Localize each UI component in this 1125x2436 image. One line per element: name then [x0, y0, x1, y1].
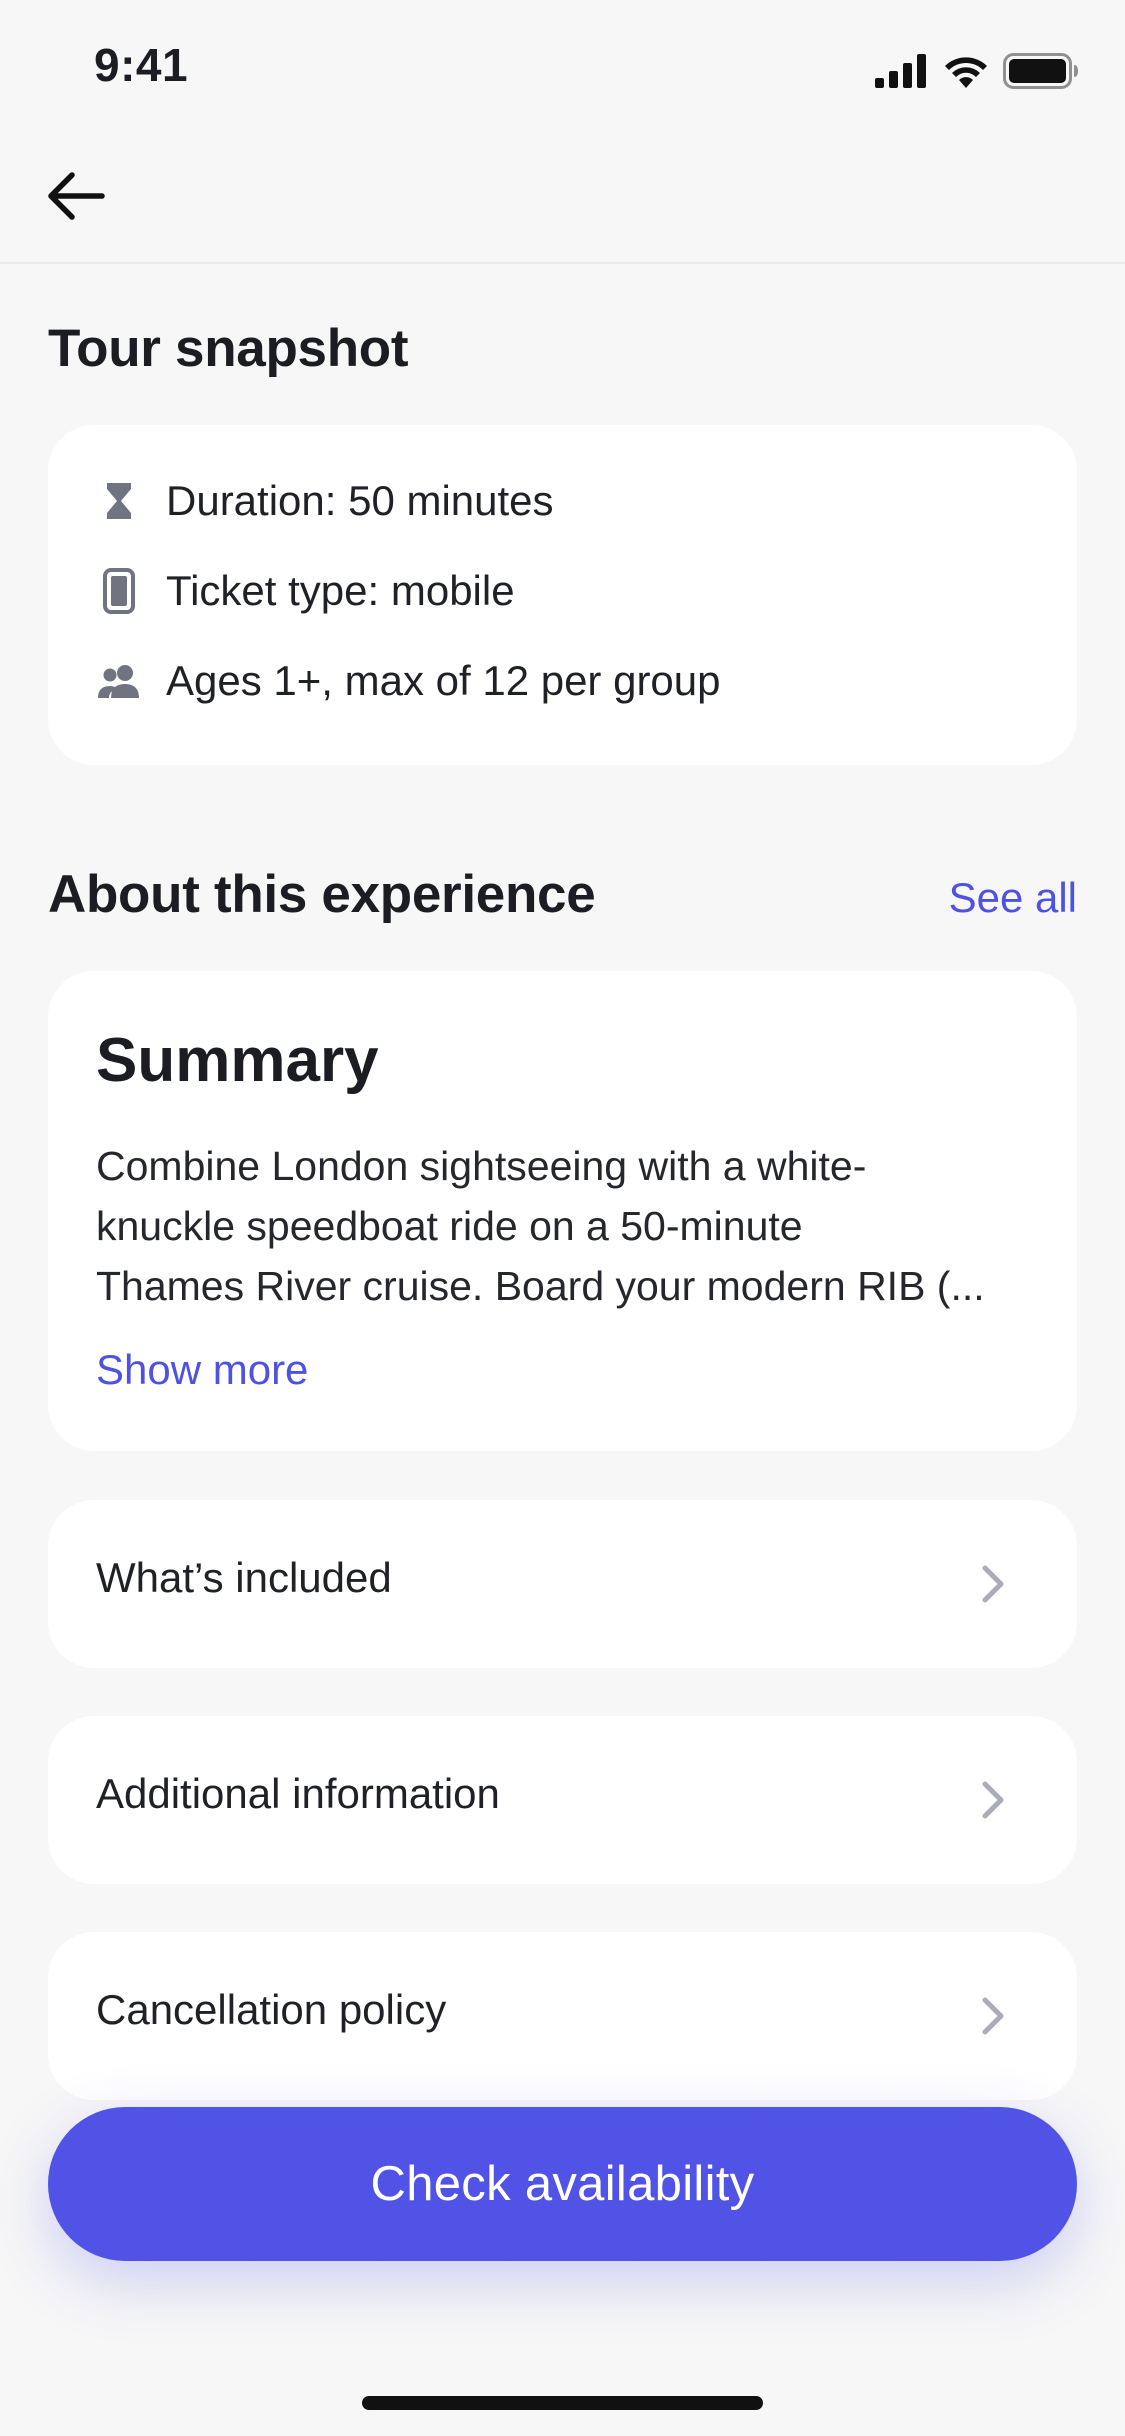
summary-line: knuckle speedboat ride on a 50-minute — [96, 1203, 803, 1249]
show-more-link[interactable]: Show more — [96, 1346, 308, 1394]
snapshot-ticket-type: Ticket type: mobile — [96, 561, 515, 621]
chevron-right-icon — [969, 1992, 1017, 2040]
group-icon — [96, 658, 142, 704]
tour-snapshot-title: Tour snapshot — [48, 319, 409, 378]
tour-snapshot-card: Duration: 50 minutes Ticket type: mobile — [48, 425, 1077, 765]
snapshot-duration: Duration: 50 minutes — [96, 471, 554, 531]
status-icons — [875, 50, 1079, 92]
cancellation-policy-row[interactable]: Cancellation policy — [48, 1932, 1077, 2100]
snapshot-group-text: Ages 1+, max of 12 per group — [166, 657, 721, 704]
cellular-signal-icon — [875, 54, 926, 88]
summary-card: Summary Combine London sightseeing with … — [48, 971, 1077, 1451]
home-indicator — [362, 2396, 763, 2410]
summary-line: Combine London sightseeing with a white- — [96, 1143, 867, 1189]
snapshot-ticket-type-text: Ticket type: mobile — [166, 567, 515, 614]
screen: 9:41 Tour snapshot Duration: 50 minutes … — [0, 0, 1125, 2436]
status-time: 9:41 — [94, 39, 189, 91]
mobile-ticket-icon — [96, 568, 142, 614]
additional-information-label: Additional information — [96, 1770, 500, 1817]
status-bar: 9:41 — [0, 0, 1125, 132]
check-availability-button[interactable]: Check availability — [48, 2107, 1077, 2261]
nav-bar — [0, 132, 1125, 264]
see-all-link[interactable]: See all — [949, 874, 1077, 922]
wifi-icon — [945, 57, 987, 88]
whats-included-label: What’s included — [96, 1554, 392, 1601]
hourglass-icon — [96, 478, 142, 524]
summary-title: Summary — [96, 1026, 379, 1095]
about-title: About this experience — [48, 865, 596, 924]
chevron-right-icon — [969, 1560, 1017, 1608]
summary-text: Combine London sightseeing with a white-… — [96, 1136, 1031, 1316]
snapshot-duration-text: Duration: 50 minutes — [166, 477, 554, 524]
snapshot-group: Ages 1+, max of 12 per group — [96, 651, 721, 711]
whats-included-row[interactable]: What’s included — [48, 1500, 1077, 1668]
battery-icon — [1003, 53, 1078, 89]
chevron-right-icon — [969, 1776, 1017, 1824]
cancellation-policy-label: Cancellation policy — [96, 1986, 447, 2033]
additional-information-row[interactable]: Additional information — [48, 1716, 1077, 1884]
summary-line: Thames River cruise. Board your modern R… — [96, 1263, 985, 1309]
arrow-left-icon — [48, 172, 105, 220]
back-button[interactable] — [40, 160, 112, 232]
